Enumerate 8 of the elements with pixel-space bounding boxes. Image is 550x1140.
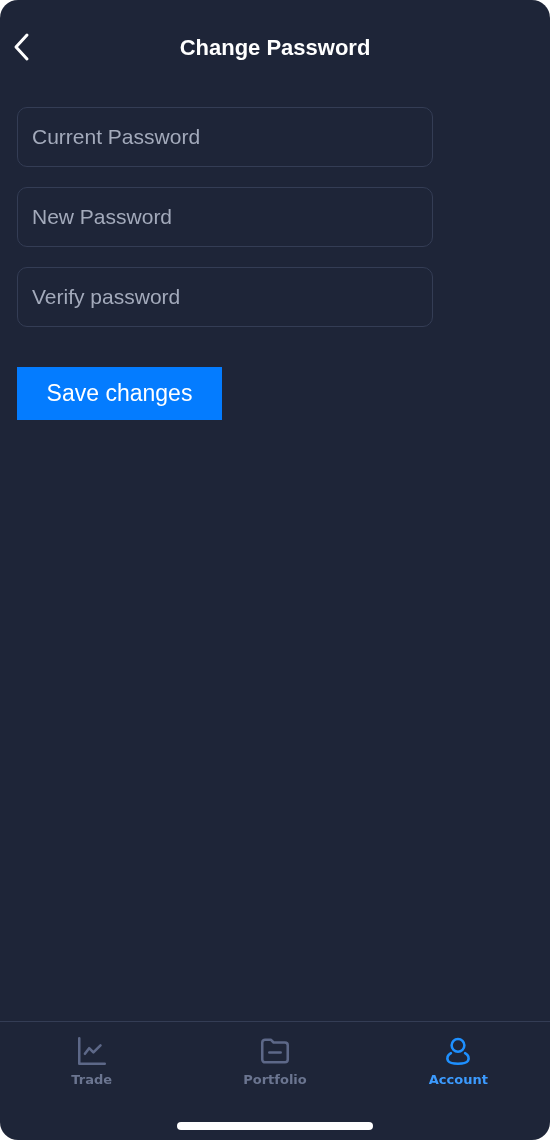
tab[interactable]: Trade: [0, 1034, 184, 1087]
tab[interactable]: Portfolio: [183, 1034, 367, 1087]
password-field[interactable]: Current Password: [17, 107, 433, 167]
tab[interactable]: Account: [366, 1034, 550, 1087]
password-field[interactable]: Verify password: [17, 267, 433, 327]
password-field[interactable]: New Password: [17, 187, 433, 247]
page-title: Change Password: [179, 34, 371, 61]
save-button[interactable]: Save changes: [17, 367, 222, 420]
